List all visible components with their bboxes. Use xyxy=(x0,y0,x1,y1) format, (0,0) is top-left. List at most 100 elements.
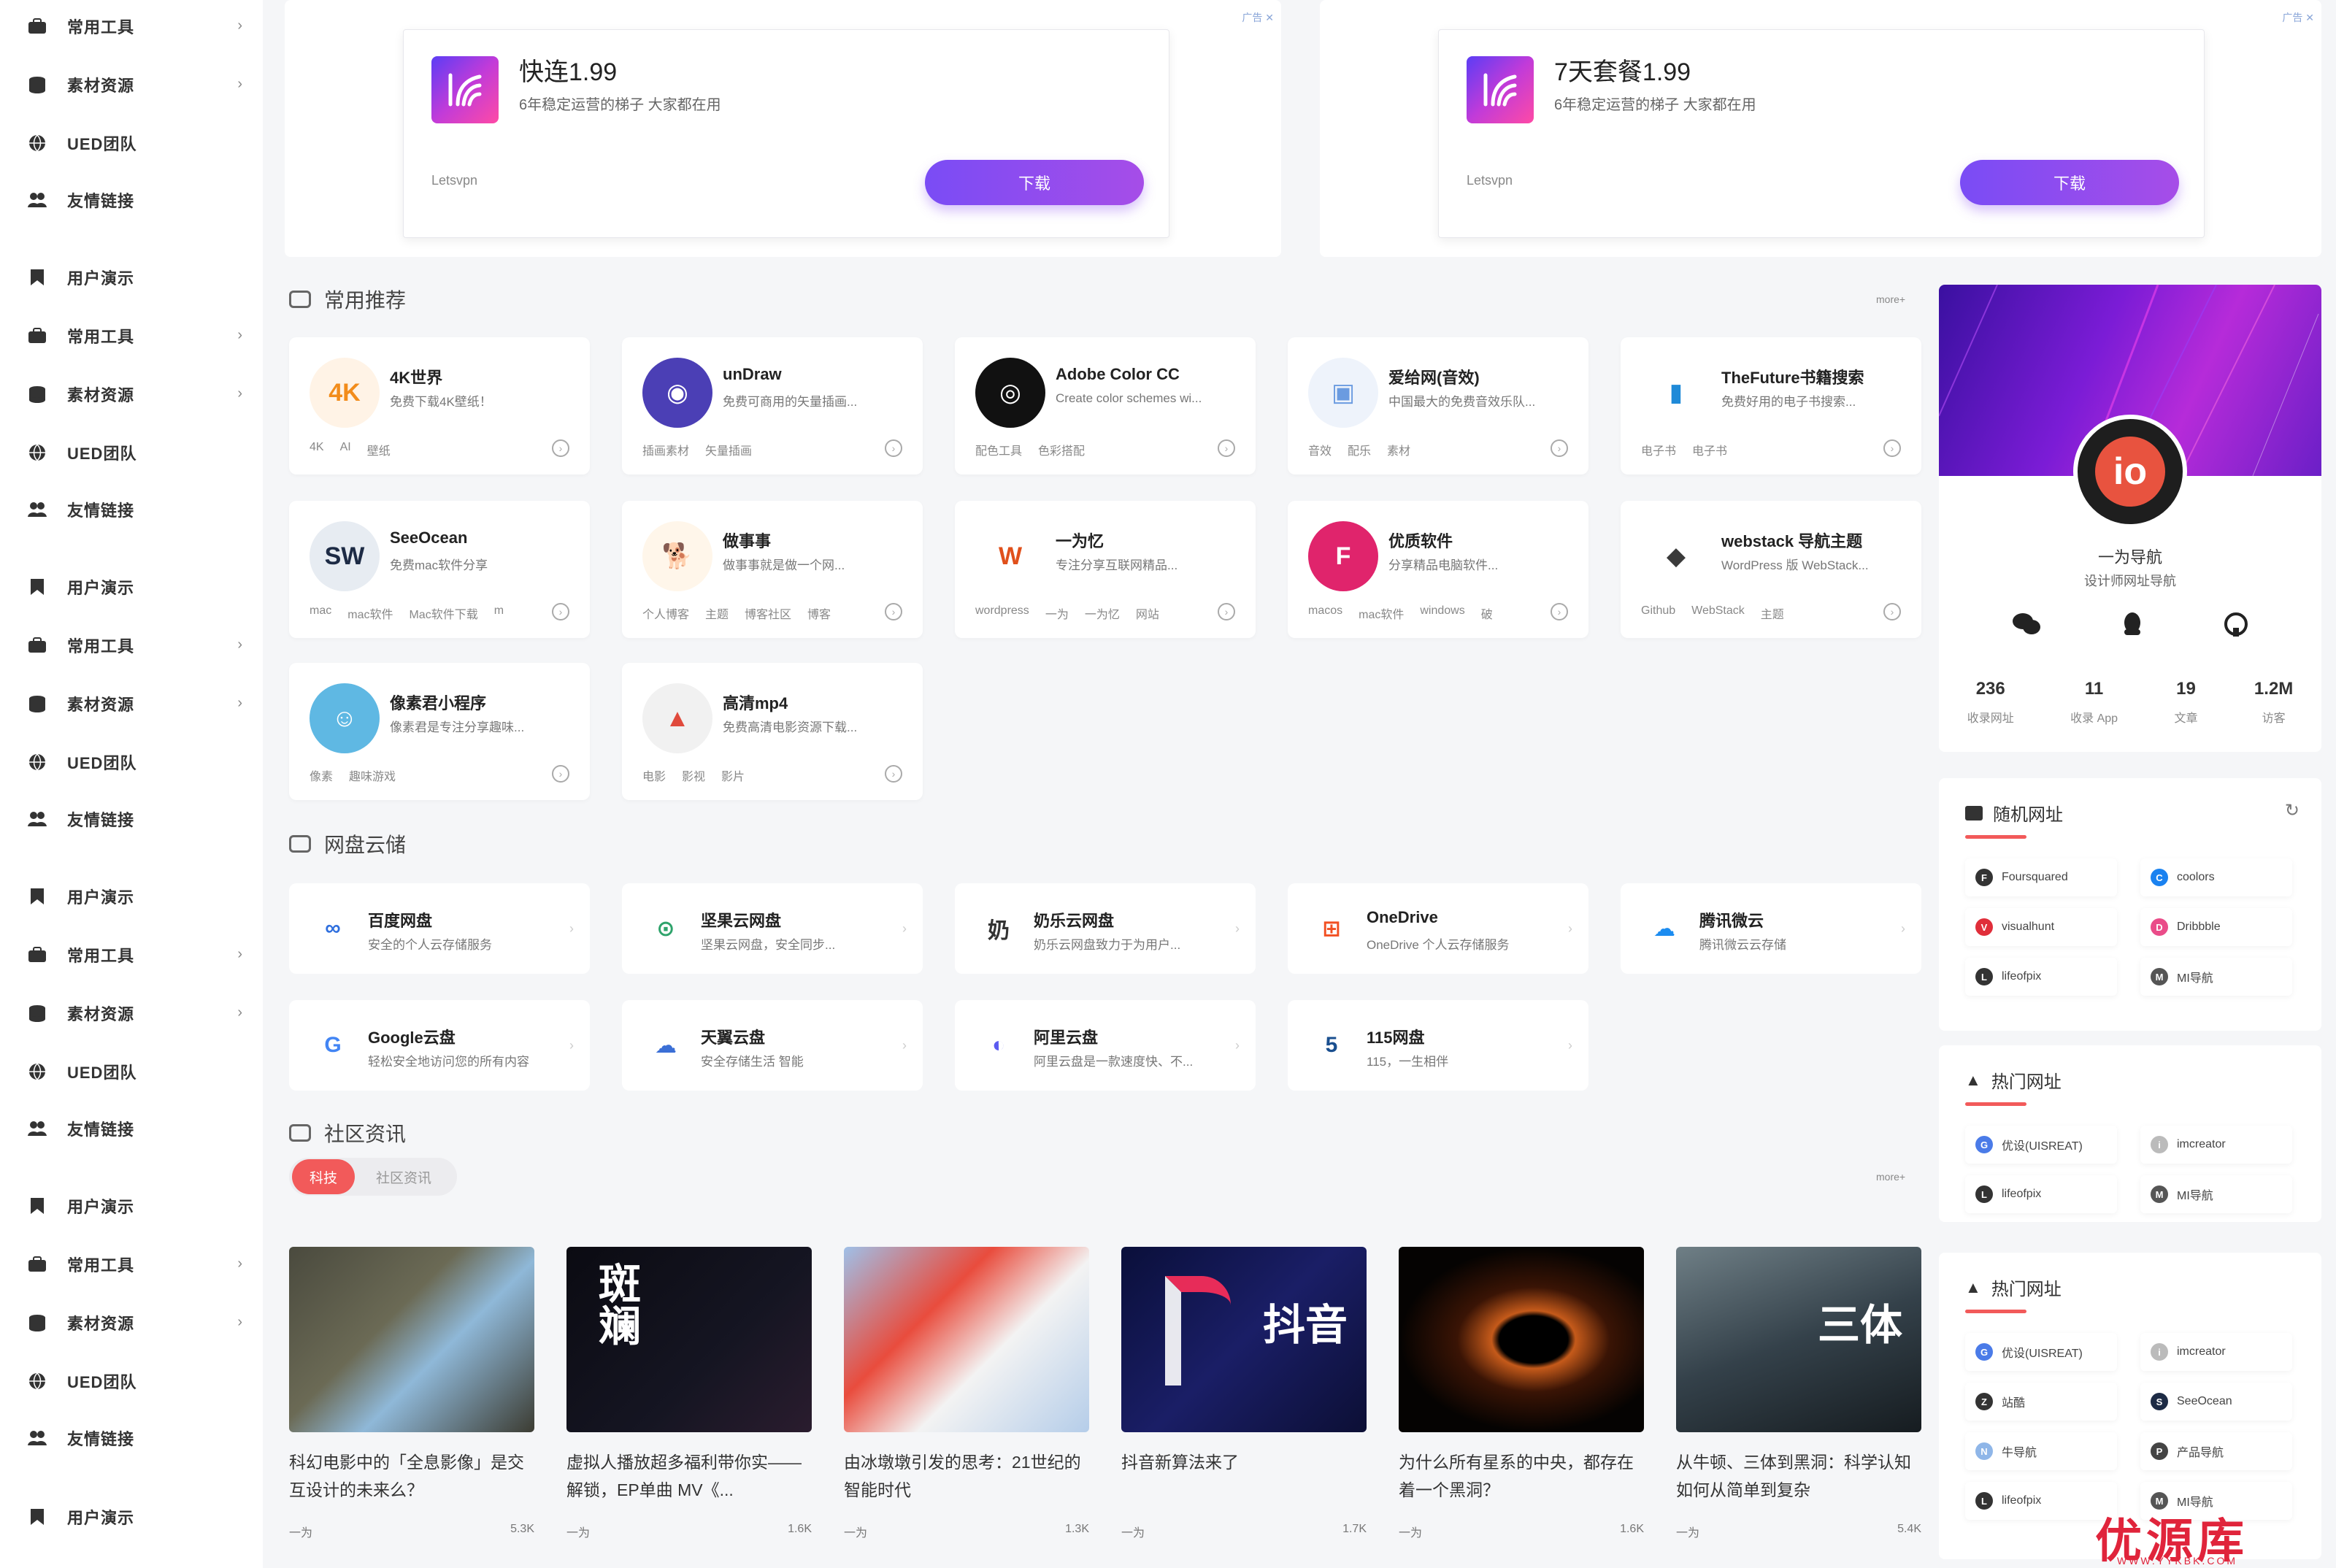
news-title[interactable]: 科幻电影中的「全息影像」是交互设计的未来么？ xyxy=(289,1448,534,1504)
site-card[interactable]: ◎ Adobe Color CC Create color schemes wi..… xyxy=(955,337,1256,474)
sidebar-item[interactable]: 友情链接 xyxy=(26,492,253,527)
arrow-right-icon[interactable]: › xyxy=(1235,1038,1240,1053)
widget-link[interactable]: i imcreator xyxy=(2140,1333,2292,1371)
sidebar-item[interactable]: 用户演示 xyxy=(26,569,253,604)
site-tag[interactable]: mac软件 xyxy=(347,604,393,622)
news-card[interactable]: 由冰墩墩引发的思考：21世纪的智能时代 一为 1.3K xyxy=(844,1247,1089,1553)
news-author[interactable]: 一为 xyxy=(1121,1523,1145,1540)
widget-link[interactable]: S SeeOcean xyxy=(2140,1383,2292,1421)
cloud-card[interactable]: 奶 奶乐云网盘 奶乐云网盘致力于为用户... › xyxy=(955,883,1256,974)
news-card[interactable]: 抖音 抖音新算法来了 一为 1.7K xyxy=(1121,1247,1367,1553)
ad-download-button[interactable]: 下载 xyxy=(925,160,1144,205)
news-title[interactable]: 抖音新算法来了 xyxy=(1121,1448,1367,1504)
site-tag[interactable]: 个人博客 xyxy=(642,604,689,622)
site-tag[interactable]: m xyxy=(494,604,504,622)
sidebar-item[interactable]: 友情链接 xyxy=(26,182,253,218)
site-tag[interactable]: mac软件 xyxy=(1359,604,1404,622)
site-tag[interactable]: 影视 xyxy=(682,766,705,784)
wechat-icon[interactable] xyxy=(2012,612,2041,637)
ad-mark[interactable]: 广告 ✕ xyxy=(2282,10,2314,25)
arrow-right-icon[interactable]: › xyxy=(1883,603,1901,620)
site-tag[interactable]: 一为 xyxy=(1045,604,1069,622)
widget-link[interactable]: M MI导航 xyxy=(2140,958,2292,996)
sidebar-item[interactable]: 常用工具 › xyxy=(26,318,253,353)
site-tag[interactable]: 破 xyxy=(1481,604,1493,622)
site-tag[interactable]: 电子书 xyxy=(1692,441,1727,458)
cloud-card[interactable]: ⊞ OneDrive OneDrive 个人云存储服务 › xyxy=(1288,883,1588,974)
widget-link[interactable]: N 牛导航 xyxy=(1965,1432,2117,1470)
site-tag[interactable]: 博客 xyxy=(807,604,831,622)
news-card[interactable]: 为什么所有星系的中央，都存在着一个黑洞？ 一为 1.6K xyxy=(1399,1247,1644,1553)
site-tag[interactable]: 电影 xyxy=(642,766,666,784)
widget-link[interactable]: F Foursquared xyxy=(1965,858,2117,896)
news-title[interactable]: 虚拟人播放超多福利带你实——解锁，EP单曲 MV《... xyxy=(566,1448,812,1504)
news-thumbnail[interactable]: 斑斓 xyxy=(566,1247,812,1432)
sidebar-item[interactable]: UED团队 xyxy=(26,126,253,161)
arrow-right-icon[interactable]: › xyxy=(1568,1038,1572,1053)
news-card[interactable]: 斑斓 虚拟人播放超多福利带你实——解锁，EP单曲 MV《... 一为 1.6K xyxy=(566,1247,812,1553)
arrow-right-icon[interactable]: › xyxy=(885,765,902,783)
ad-download-button[interactable]: 下载 xyxy=(1960,160,2179,205)
sidebar-item[interactable]: 素材资源 › xyxy=(26,686,253,721)
site-card[interactable]: ▲ 高清mp4 免费高清电影资源下载... 电影 影视 影片 › xyxy=(622,663,923,800)
sidebar-item[interactable]: 用户演示 xyxy=(26,879,253,914)
cloud-card[interactable]: G Google云盘 轻松安全地访问您的所有内容 › xyxy=(289,1000,590,1091)
site-card[interactable]: SW SeeOcean 免费mac软件分享 mac mac软件 Mac软件下载 m › xyxy=(289,501,590,638)
site-tag[interactable]: 插画素材 xyxy=(642,441,689,458)
news-thumbnail[interactable] xyxy=(289,1247,534,1432)
site-card[interactable]: ◆ webstack 导航主题 WordPress 版 WebStack... Git… xyxy=(1621,501,1921,638)
arrow-right-icon[interactable]: › xyxy=(885,439,902,457)
sidebar-item[interactable]: 素材资源 › xyxy=(26,377,253,412)
arrow-right-icon[interactable]: › xyxy=(569,1038,574,1053)
sidebar-item[interactable]: 素材资源 › xyxy=(26,996,253,1031)
sidebar-item[interactable]: UED团队 xyxy=(26,745,253,780)
cloud-card[interactable]: ☁ 腾讯微云 腾讯微云云存储 › xyxy=(1621,883,1921,974)
sidebar-item[interactable]: 常用工具 › xyxy=(26,9,253,44)
sidebar-item[interactable]: UED团队 xyxy=(26,1364,253,1399)
site-tag[interactable]: windows xyxy=(1420,604,1464,622)
site-tag[interactable]: 4K xyxy=(310,441,324,458)
ad-mark[interactable]: 广告 ✕ xyxy=(1242,10,1274,25)
site-tag[interactable]: WebStack xyxy=(1691,604,1745,622)
sidebar-item[interactable]: 常用工具 › xyxy=(26,628,253,663)
sidebar-item[interactable]: 友情链接 xyxy=(26,802,253,837)
news-author[interactable]: 一为 xyxy=(1399,1523,1422,1540)
ad-card[interactable]: 快连1.99 6年稳定运营的梯子 大家都在用 Letsvpn 下载 xyxy=(403,29,1169,238)
arrow-right-icon[interactable]: › xyxy=(1883,439,1901,457)
arrow-right-icon[interactable]: › xyxy=(1901,921,1905,937)
widget-link[interactable]: Ccoolors xyxy=(2140,858,2292,896)
site-tag[interactable]: 电子书 xyxy=(1641,441,1676,458)
site-tag[interactable]: 音效 xyxy=(1308,441,1332,458)
widget-link[interactable]: G 优设(UISREAT) xyxy=(1965,1126,2117,1164)
site-tag[interactable]: 趣味游戏 xyxy=(349,766,396,784)
site-card[interactable]: ◉ unDraw 免费可商用的矢量插画... 插画素材 矢量插画 › xyxy=(622,337,923,474)
widget-link[interactable]: D Dribbble xyxy=(2140,908,2292,946)
sidebar-item[interactable]: 常用工具 › xyxy=(26,937,253,972)
arrow-right-icon[interactable]: › xyxy=(1218,439,1235,457)
news-author[interactable]: 一为 xyxy=(1676,1523,1699,1540)
news-card[interactable]: 三体 从牛顿、三体到黑洞：科学认知如何从简单到复杂 一为 5.4K xyxy=(1676,1247,1921,1553)
sidebar-item[interactable]: 用户演示 xyxy=(26,1188,253,1223)
arrow-right-icon[interactable]: › xyxy=(1551,439,1568,457)
cloud-card[interactable]: ☁ 天翼云盘 安全存储生活 智能 › xyxy=(622,1000,923,1091)
news-card[interactable]: 科幻电影中的「全息影像」是交互设计的未来么？ 一为 5.3K xyxy=(289,1247,534,1553)
widget-link[interactable]: Vvisualhunt xyxy=(1965,908,2117,946)
github-icon[interactable] xyxy=(2224,612,2248,637)
arrow-right-icon[interactable]: › xyxy=(1568,921,1572,937)
news-author[interactable]: 一为 xyxy=(289,1523,312,1540)
news-thumbnail[interactable]: 三体 xyxy=(1676,1247,1921,1432)
widget-link[interactable]: i imcreator xyxy=(2140,1126,2292,1164)
more-link[interactable]: more+ xyxy=(1876,1171,1905,1183)
news-thumbnail[interactable] xyxy=(844,1247,1089,1432)
sidebar-item[interactable]: 友情链接 xyxy=(26,1111,253,1146)
cloud-card[interactable]: ◐ 阿里云盘 阿里云盘是一款速度快、不... › xyxy=(955,1000,1256,1091)
site-tag[interactable]: 网站 xyxy=(1136,604,1159,622)
site-card[interactable]: ☺ 像素君小程序 像素君是专注分享趣味... 像素 趣味游戏 › xyxy=(289,663,590,800)
site-tag[interactable]: 影片 xyxy=(721,766,745,784)
sidebar-item[interactable]: 友情链接 xyxy=(26,1421,253,1456)
widget-link[interactable]: Llifeofpix xyxy=(1965,1482,2117,1520)
sidebar-item[interactable]: 用户演示 xyxy=(26,1499,253,1534)
arrow-right-icon[interactable]: › xyxy=(1235,921,1240,937)
news-title[interactable]: 从牛顿、三体到黑洞：科学认知如何从简单到复杂 xyxy=(1676,1448,1921,1504)
site-tag[interactable]: 博客社区 xyxy=(745,604,791,622)
